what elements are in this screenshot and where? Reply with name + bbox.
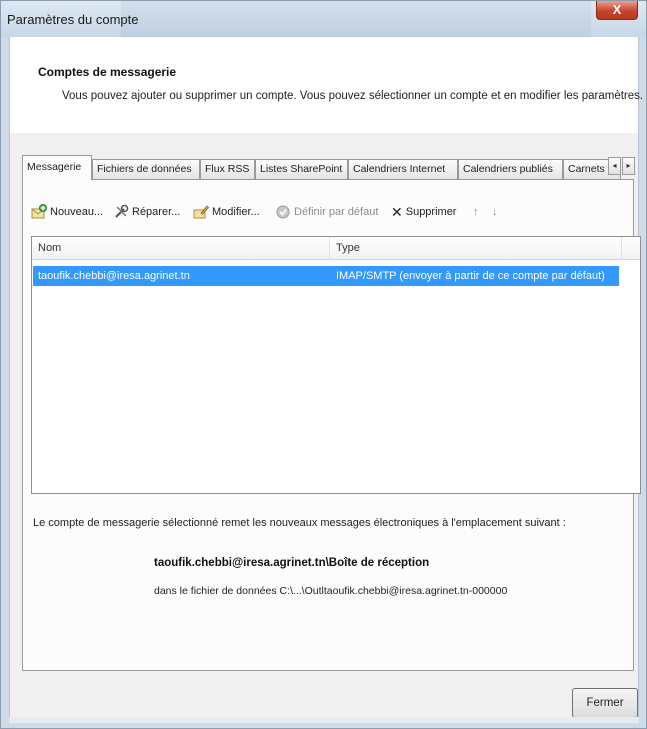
tab-flux-rss[interactable]: Flux RSS xyxy=(200,159,255,179)
new-account-label: Nouveau... xyxy=(50,206,104,218)
delete-icon: ✕ xyxy=(391,203,403,220)
account-row-selected[interactable]: taoufik.chebbi@iresa.agrinet.tn IMAP/SMT… xyxy=(33,266,619,286)
title-bar[interactable]: Paramètres du compte X xyxy=(1,1,646,37)
move-down-button[interactable]: ↓ xyxy=(492,202,498,222)
set-default-label: Définir par défaut xyxy=(294,206,379,218)
tab-scroll-left-icon[interactable]: ◂ xyxy=(608,157,621,175)
background-blur xyxy=(121,1,401,37)
move-up-button[interactable]: ↑ xyxy=(473,202,479,222)
modify-button[interactable]: Modifier... xyxy=(193,202,260,222)
account-settings-window: Paramètres du compte X Comptes de messag… xyxy=(0,0,647,729)
default-check-icon xyxy=(276,205,290,219)
repair-label: Réparer... xyxy=(132,206,181,218)
tab-calendriers-publies[interactable]: Calendriers publiés xyxy=(458,159,563,179)
window-close-button[interactable]: X xyxy=(596,1,638,20)
column-header-name[interactable]: Nom xyxy=(32,237,330,260)
modify-account-icon xyxy=(193,205,209,219)
account-type-cell: IMAP/SMTP (envoyer à partir de ce compte… xyxy=(336,270,605,282)
body-panel: Messagerie Fichiers de données Flux RSS … xyxy=(9,133,641,723)
tab-calendriers-internet[interactable]: Calendriers Internet xyxy=(348,159,458,179)
new-account-button[interactable]: Nouveau... xyxy=(31,202,103,222)
delete-button[interactable]: ✕ Supprimer xyxy=(391,202,456,222)
accounts-list[interactable]: Nom Type taoufik.chebbi@iresa.agrinet.tn… xyxy=(31,236,641,494)
tab-listes-sharepoint[interactable]: Listes SharePoint xyxy=(255,159,348,179)
header-panel: Comptes de messagerie Vous pouvez ajoute… xyxy=(9,37,643,133)
new-account-icon xyxy=(31,204,47,219)
toolbar: Nouveau... Réparer... Modifier... Défini… xyxy=(31,202,627,222)
set-default-button[interactable]: Définir par défaut xyxy=(275,202,378,222)
header-description: Vous pouvez ajouter ou supprimer un comp… xyxy=(62,90,644,102)
header-title: Comptes de messagerie xyxy=(38,65,177,79)
repair-tools-icon xyxy=(115,204,129,218)
delete-label: Supprimer xyxy=(405,206,457,218)
tab-fichiers-de-donnees[interactable]: Fichiers de données xyxy=(92,159,200,179)
tab-strip: Messagerie Fichiers de données Flux RSS … xyxy=(22,155,635,180)
delivery-info-text: Le compte de messagerie sélectionné reme… xyxy=(33,517,566,529)
modify-label: Modifier... xyxy=(212,206,260,218)
repair-button[interactable]: Réparer... xyxy=(113,202,180,222)
data-file-path: dans le fichier de données C:\...\Outlta… xyxy=(154,585,508,597)
tab-messagerie[interactable]: Messagerie xyxy=(22,155,92,180)
window-bottom-edge xyxy=(9,717,639,723)
window-title: Paramètres du compte xyxy=(7,12,139,27)
background-blur xyxy=(401,1,591,37)
account-name-cell: taoufik.chebbi@iresa.agrinet.tn xyxy=(38,270,190,282)
arrow-up-icon: ↑ xyxy=(473,206,479,218)
messagerie-tab-content: Nouveau... Réparer... Modifier... Défini… xyxy=(22,179,641,671)
list-header: Nom Type xyxy=(32,237,640,260)
delivery-folder-path: taoufik.chebbi@iresa.agrinet.tn\Boîte de… xyxy=(154,557,430,569)
arrow-down-icon: ↓ xyxy=(492,206,498,218)
column-header-type[interactable]: Type xyxy=(330,237,622,260)
close-dialog-button[interactable]: Fermer xyxy=(572,688,638,718)
tab-scroll-right-icon[interactable]: ▸ xyxy=(622,157,635,175)
